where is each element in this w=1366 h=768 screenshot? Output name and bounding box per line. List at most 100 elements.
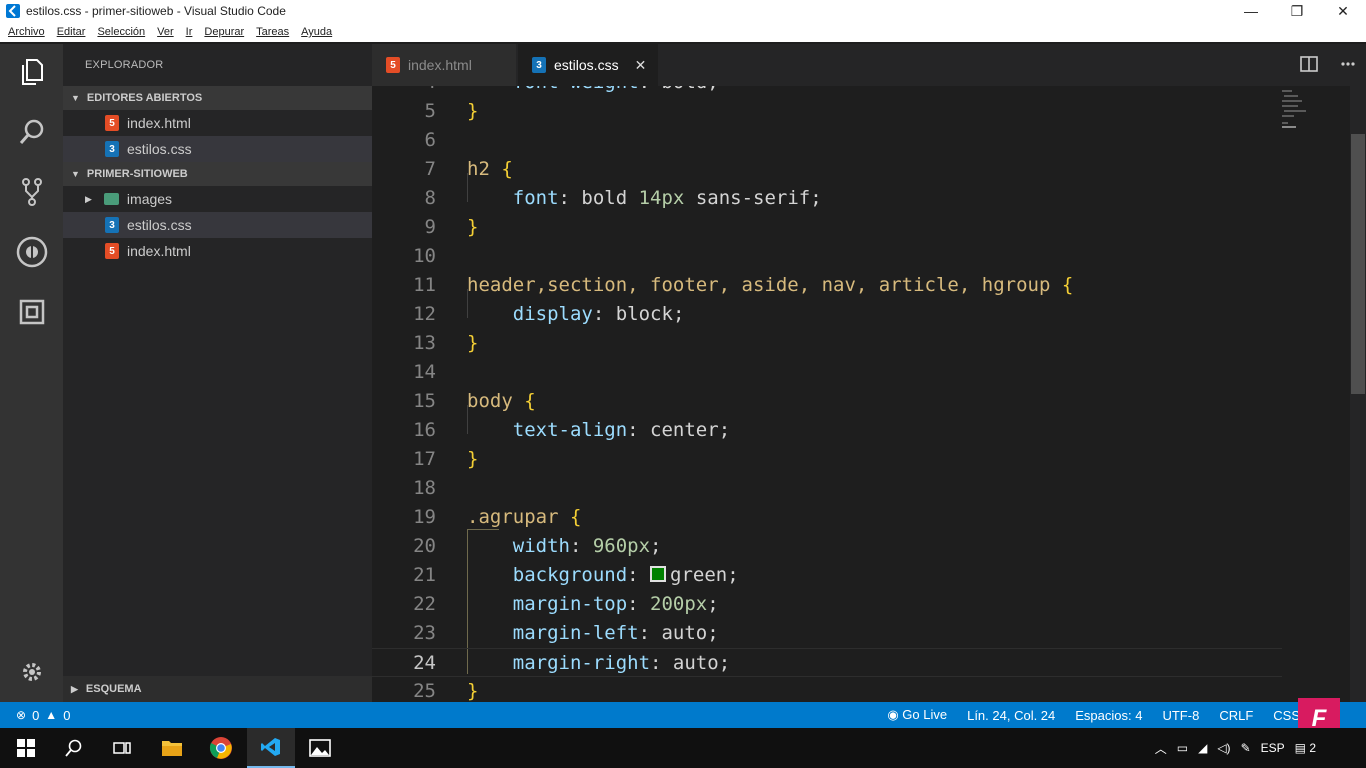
notifications-icon[interactable]: ▤ 2 [1295,741,1316,755]
more-actions-icon[interactable] [1340,56,1356,72]
open-editors-header[interactable]: ▼ EDITORES ABIERTOS [63,86,372,110]
menu-ir[interactable]: Ir [180,26,199,38]
tree-item-estilos-css[interactable]: 3 estilos.css [63,212,372,238]
code-line[interactable]: 13} [372,329,1282,358]
chevron-up-icon[interactable]: ︿ [1155,740,1167,757]
color-swatch[interactable] [650,566,667,582]
code-token: } [467,100,479,122]
keyboard-language[interactable]: ESP [1261,741,1285,755]
battery-icon[interactable]: ▭ [1177,741,1188,755]
code-line[interactable]: 5} [372,97,1282,126]
code-line[interactable]: 6 [372,126,1282,155]
code-line[interactable]: 14 [372,358,1282,387]
close-tab-icon[interactable]: ✕ [635,57,647,74]
code-line[interactable]: 25} [372,677,1282,702]
code-token: green [670,564,728,586]
go-live-label: Go Live [902,707,948,722]
go-live-button[interactable]: ◉ Go Live [887,707,947,723]
chevron-right-icon: ▶ [85,193,92,204]
menu-seleccion[interactable]: Selección [91,26,151,38]
menu-archivo[interactable]: Archivo [0,26,51,38]
encoding-setting[interactable]: UTF-8 [1162,708,1199,723]
code-token: 200px [650,593,708,615]
code-token: body [467,390,525,412]
menu-depurar[interactable]: Depurar [198,26,250,38]
code-line[interactable]: 7 h2 { [372,155,1282,184]
code-line[interactable]: 18 [372,474,1282,503]
source-control-icon[interactable] [12,172,52,212]
menu-ver[interactable]: Ver [151,26,180,38]
code-line[interactable]: 16 text-align: center; [372,416,1282,445]
code-token: font [467,187,559,209]
chrome-icon[interactable] [197,728,245,768]
code-line[interactable]: 19 .agrupar { [372,503,1282,532]
extensions-icon[interactable] [12,292,52,332]
code-line[interactable]: 4 font-weight: bold; [372,86,1282,97]
code-line[interactable]: 11 header,section, footer, aside, nav, ar… [372,271,1282,300]
vertical-scrollbar[interactable] [1350,86,1366,702]
photos-icon[interactable] [296,728,344,768]
code-text: h2 { [467,155,513,184]
language-mode[interactable]: CSS [1273,708,1300,723]
cursor-position[interactable]: Lín. 24, Col. 24 [967,708,1055,723]
tree-item-images[interactable]: ▶ images [63,186,372,212]
close-window-button[interactable]: ✕ [1320,0,1366,22]
code-token: auto [672,652,719,674]
menu-editar[interactable]: Editar [51,26,92,38]
menu-ayuda[interactable]: Ayuda [295,26,338,38]
search-icon[interactable] [12,112,52,152]
explorer-icon[interactable] [12,52,52,92]
code-line[interactable]: 9} [372,213,1282,242]
code-line[interactable]: 8 font: bold 14px sans-serif; [372,184,1282,213]
activity-bar [0,44,63,702]
tab-estilos-css[interactable]: 3 estilos.css ✕ [518,44,658,86]
outline-header[interactable]: ▶ ESQUEMA [63,676,372,702]
menu-tareas[interactable]: Tareas [250,26,295,38]
search-icon[interactable] [50,728,98,768]
network-icon[interactable]: ◢ [1198,741,1207,755]
line-number: 15 [413,390,436,412]
code-line[interactable]: 17} [372,445,1282,474]
debug-icon[interactable] [12,232,52,272]
code-line[interactable]: 10 [372,242,1282,271]
indentation-setting[interactable]: Espacios: 4 [1075,708,1142,723]
gear-icon[interactable] [12,652,52,692]
tab-index-html[interactable]: 5 index.html [372,44,516,86]
open-editor-estilos-css[interactable]: 3 estilos.css [63,136,372,162]
error-icon: ⊗ [16,708,27,722]
minimap[interactable] [1280,86,1350,702]
code-text: .agrupar { [467,503,581,532]
tree-item-index-html[interactable]: 5 index.html [63,238,372,264]
code-text: header,section, footer, aside, nav, arti… [467,271,1073,300]
vscode-icon[interactable] [247,728,295,768]
task-view-icon[interactable] [98,728,146,768]
code-editor[interactable]: 4 font-weight: bold;5}67h2 {8 font: bold… [372,86,1366,702]
split-editor-icon[interactable] [1300,56,1318,72]
line-number: 13 [413,332,436,354]
file-explorer-icon[interactable] [148,728,196,768]
pen-icon[interactable]: ✎ [1241,741,1251,755]
minimize-button[interactable]: — [1228,0,1274,22]
windows-start-icon[interactable] [2,728,50,768]
line-number: 9 [424,216,436,238]
code-line[interactable]: 22 margin-top: 200px; [372,590,1282,619]
scrollbar-thumb[interactable] [1351,134,1365,394]
project-header[interactable]: ▼ PRIMER-SITIOWEB [63,162,372,186]
vscode-logo-icon [6,4,20,18]
code-line[interactable]: 15 body { [372,387,1282,416]
code-line[interactable]: 12 display: block; [372,300,1282,329]
code-token: ; [727,564,739,586]
open-editor-index-html[interactable]: 5 index.html [63,110,372,136]
warning-icon: ▲ [45,708,58,722]
volume-icon[interactable]: ◁) [1217,741,1230,755]
code-line[interactable]: 20 width: 960px; [372,532,1282,561]
code-text: background: green; [467,561,739,590]
code-line[interactable]: 24 margin-right: auto; [372,648,1282,677]
maximize-button[interactable]: ❐ [1274,0,1320,22]
code-token: ; [707,86,718,93]
eol-setting[interactable]: CRLF [1219,708,1253,723]
code-line[interactable]: 23 margin-left: auto; [372,619,1282,648]
code-line[interactable]: 21 background: green; [372,561,1282,590]
line-number: 4 [372,86,436,97]
problems-indicator[interactable]: ⊗ 0 ▲ 0 [0,708,70,723]
